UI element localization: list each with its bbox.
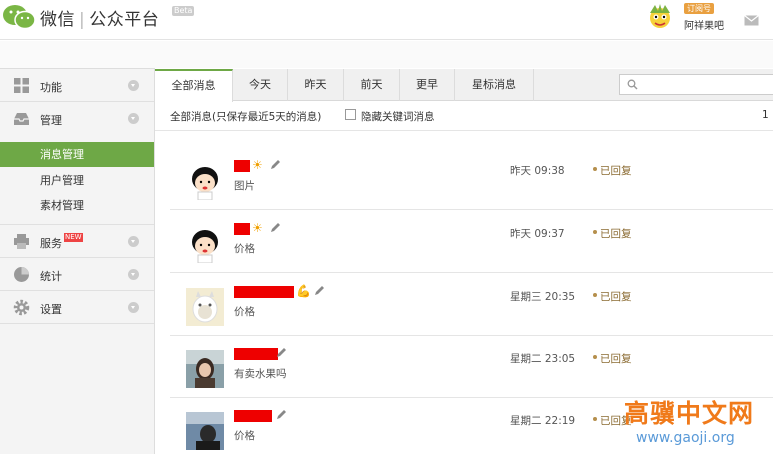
status-dot [593, 230, 597, 234]
brand-title[interactable]: 微信 | 公众平台 [40, 5, 159, 30]
search-input[interactable] [619, 74, 773, 95]
user-avatar[interactable] [186, 162, 224, 200]
tab-starred[interactable]: 星标消息 [455, 69, 534, 101]
message-preview: 有卖水果吗 [234, 368, 287, 380]
edit-pencil-icon[interactable] [276, 347, 287, 358]
sidebar-item-message-manage[interactable]: 消息管理 [0, 142, 154, 167]
watermark-url: www.gaoji.org [636, 430, 735, 446]
brand-separator: | [79, 10, 86, 30]
grid-icon [14, 78, 29, 93]
brand-wechat: 微信 [40, 10, 75, 30]
redacted-name [234, 160, 250, 172]
reply-status: 已回复 [600, 291, 632, 303]
tab-earlier[interactable]: 更早 [400, 69, 455, 101]
sidebar: 功能 管理 消息管理 用户管理 素材管理 服务 NEW 统计 设置 [0, 68, 155, 454]
message-time: 星期三 20:35 [510, 291, 576, 303]
muscle-emoji: 💪 [296, 284, 311, 298]
tab-yesterday[interactable]: 昨天 [288, 69, 344, 101]
subscription-badge: 订阅号 [684, 3, 714, 14]
gear-icon [13, 299, 30, 316]
status-dot [593, 167, 597, 171]
reply-status: 已回复 [600, 353, 632, 365]
chevron-down-icon[interactable] [128, 302, 139, 313]
user-avatar[interactable] [186, 412, 224, 450]
wechat-logo-icon[interactable] [2, 4, 36, 30]
hide-keyword-checkbox[interactable] [345, 109, 356, 120]
message-preview: 价格 [234, 243, 255, 255]
message-row[interactable]: 💪 价格 星期三 20:35 已回复 [170, 274, 773, 336]
status-dot [593, 293, 597, 297]
chevron-down-icon[interactable] [128, 269, 139, 280]
edit-pencil-icon[interactable] [314, 285, 325, 296]
edit-pencil-icon[interactable] [270, 222, 281, 233]
user-avatar[interactable] [186, 350, 224, 388]
site-watermark: 高骥中文网 www.gaoji.org [622, 394, 772, 454]
printer-icon [14, 234, 29, 249]
reply-status: 已回复 [600, 165, 632, 177]
new-badge: NEW [64, 233, 83, 242]
chevron-down-icon[interactable] [128, 80, 139, 91]
message-time: 昨天 09:38 [510, 165, 565, 177]
header-strip [0, 41, 773, 68]
redacted-name [234, 410, 272, 422]
mail-icon[interactable] [744, 15, 759, 26]
message-tabs: 全部消息 今天 昨天 前天 更早 星标消息 [155, 69, 773, 102]
redacted-name [234, 286, 294, 298]
tab-all-messages[interactable]: 全部消息 [155, 69, 233, 102]
tab-day-before[interactable]: 前天 [344, 69, 400, 101]
sidebar-item-features[interactable]: 功能 [0, 69, 154, 102]
message-row[interactable]: 有卖水果吗 星期二 23:05 已回复 [170, 336, 773, 398]
message-time: 星期二 22:19 [510, 415, 576, 427]
tab-today[interactable]: 今天 [233, 69, 288, 101]
account-name[interactable]: 阿祥果吧 [684, 17, 724, 32]
message-preview: 价格 [234, 306, 255, 318]
user-avatar[interactable] [186, 288, 224, 326]
sidebar-label-settings: 设置 [40, 303, 62, 316]
message-row[interactable]: ☀ 图片 昨天 09:38 已回复 [170, 148, 773, 210]
filter-divider [155, 130, 773, 131]
brand-platform: 公众平台 [89, 10, 160, 30]
chevron-down-icon[interactable] [128, 236, 139, 247]
sidebar-label-manage: 管理 [40, 114, 62, 127]
pie-icon [14, 267, 29, 282]
filter-note: 全部消息(只保存最近5天的消息) [170, 111, 322, 123]
search-icon [627, 79, 638, 90]
sidebar-item-manage[interactable]: 管理 [0, 102, 154, 135]
sidebar-label-features: 功能 [40, 81, 62, 94]
message-preview: 价格 [234, 430, 255, 442]
sidebar-item-material-manage[interactable]: 素材管理 [0, 193, 154, 218]
edit-pencil-icon[interactable] [270, 159, 281, 170]
redacted-name [234, 223, 250, 235]
user-avatar[interactable] [186, 225, 224, 263]
status-dot [593, 355, 597, 359]
page-count: 1 [762, 109, 769, 121]
account-avatar[interactable] [646, 3, 674, 31]
reply-status: 已回复 [600, 228, 632, 240]
status-dot [593, 417, 597, 421]
watermark-title: 高骥中文网 [624, 399, 755, 428]
sidebar-item-settings[interactable]: 设置 [0, 291, 154, 324]
redacted-name [234, 348, 278, 360]
sidebar-label-stats: 统计 [40, 270, 62, 283]
edit-pencil-icon[interactable] [276, 409, 287, 420]
chevron-down-icon[interactable] [128, 113, 139, 124]
hide-keyword-label[interactable]: 隐藏关键词消息 [361, 109, 435, 124]
sun-emoji: ☀ [252, 221, 263, 235]
top-header: 微信 | 公众平台 Beta 订阅号 阿祥果吧 [0, 0, 773, 40]
sidebar-item-stats[interactable]: 统计 [0, 258, 154, 291]
message-row[interactable]: ☀ 价格 昨天 09:37 已回复 [170, 211, 773, 273]
message-time: 昨天 09:37 [510, 228, 565, 240]
sun-emoji: ☀ [252, 158, 263, 172]
sidebar-item-service[interactable]: 服务 NEW [0, 225, 154, 258]
inbox-icon [14, 113, 29, 125]
filter-row: 全部消息(只保存最近5天的消息) 隐藏关键词消息 1 [170, 108, 773, 126]
sidebar-label-service: 服务 [40, 237, 62, 250]
message-time: 星期二 23:05 [510, 353, 576, 365]
sidebar-item-user-manage[interactable]: 用户管理 [0, 168, 154, 193]
message-preview: 图片 [234, 180, 255, 192]
beta-badge: Beta [172, 6, 195, 16]
